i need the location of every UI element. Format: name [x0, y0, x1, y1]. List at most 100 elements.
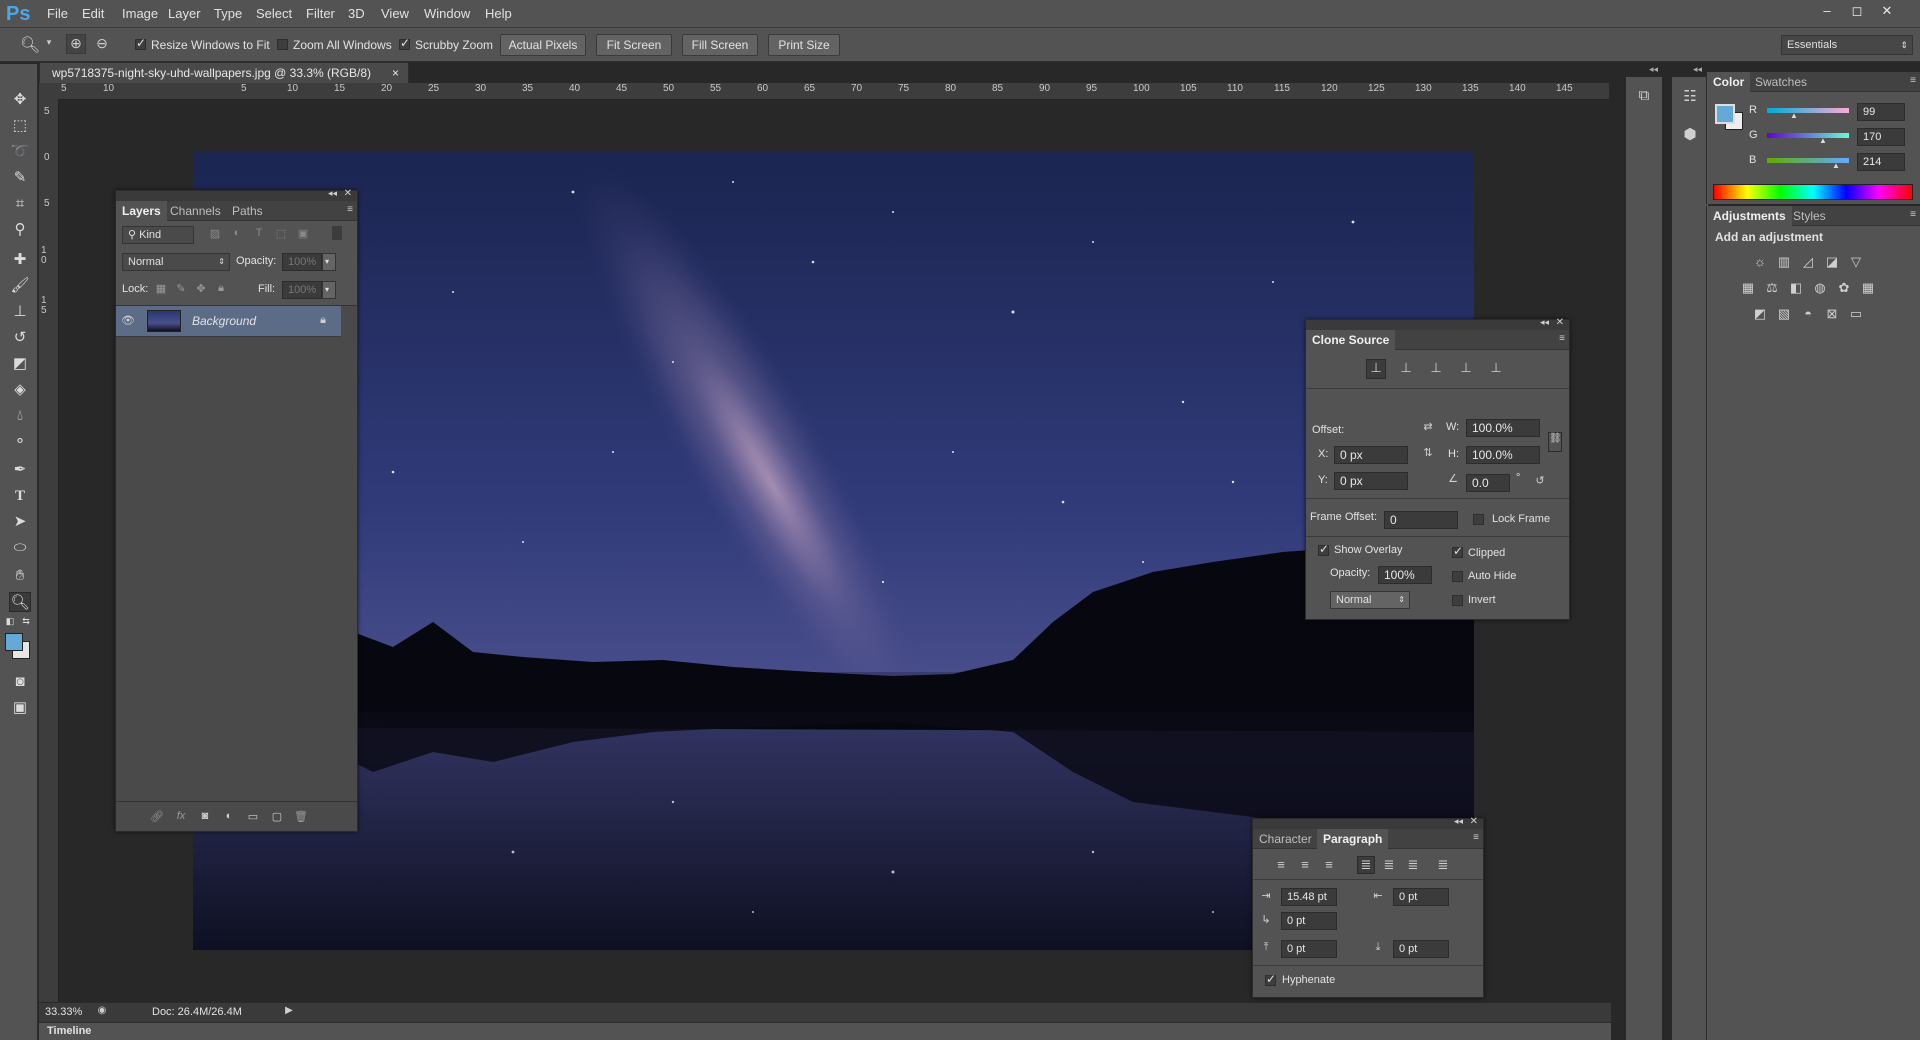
hue-saturation-icon[interactable]: ▦	[1739, 280, 1757, 296]
visibility-eye-icon[interactable]: 👁︎	[120, 314, 136, 327]
clone-source-2-icon[interactable]: ⊥	[1396, 360, 1416, 376]
layer-filter-select[interactable]: ⚲ Kind	[122, 226, 194, 244]
add-mask-icon[interactable]: ◙	[198, 810, 212, 822]
brightness-contrast-icon[interactable]: ☼	[1751, 254, 1769, 269]
menu-window[interactable]: Window	[424, 6, 470, 21]
layer-name[interactable]: Background	[192, 314, 256, 328]
y-offset-input[interactable]: 0 px	[1334, 472, 1408, 490]
show-overlay-checkbox[interactable]	[1318, 542, 1329, 556]
lock-all-icon[interactable]: 🔒︎	[214, 282, 228, 295]
indent-left-input[interactable]: 15.48 pt	[1281, 888, 1337, 906]
filter-toggle-icon[interactable]	[332, 226, 342, 240]
maintain-aspect-link-icon[interactable]: ⛓	[1548, 432, 1562, 452]
hand-tool-icon[interactable]: ✋︎	[9, 566, 31, 586]
fx-icon[interactable]: fx	[174, 810, 188, 822]
quick-mask-icon[interactable]: ◙	[9, 672, 31, 692]
3d-cube-icon[interactable]: ⬢	[1680, 125, 1700, 143]
tab-adjustments[interactable]: Adjustments	[1707, 206, 1792, 226]
healing-brush-tool-icon[interactable]: ✚	[9, 250, 31, 270]
menu-file[interactable]: File	[47, 6, 68, 21]
marquee-tool-icon[interactable]: ⬚	[9, 116, 31, 136]
path-selection-tool-icon[interactable]: ➤	[9, 512, 31, 532]
close-icon[interactable]: ✕	[344, 188, 352, 199]
actual-pixels-button[interactable]: Actual Pixels	[500, 34, 586, 56]
selective-color-icon[interactable]: ⊠	[1823, 306, 1841, 322]
lock-frame-checkbox[interactable]	[1473, 514, 1484, 525]
new-layer-icon[interactable]: ▢	[270, 810, 284, 823]
opacity-dropdown[interactable]: ▾	[322, 253, 336, 271]
menu-filter[interactable]: Filter	[306, 6, 335, 21]
tab-swatches[interactable]: Swatches	[1749, 72, 1813, 92]
tab-paths[interactable]: Paths	[226, 201, 269, 221]
fill-dropdown[interactable]: ▾	[322, 281, 336, 299]
tab-paragraph[interactable]: Paragraph	[1317, 829, 1389, 849]
lock-transparent-icon[interactable]: ▦	[154, 282, 168, 295]
minimize-button[interactable]: –	[1818, 3, 1836, 19]
clone-source-4-icon[interactable]: ⊥	[1456, 360, 1476, 376]
trash-icon[interactable]: 🗑︎	[294, 810, 308, 823]
lock-position-icon[interactable]: ✥	[194, 282, 208, 295]
collapse-icon[interactable]: ◂◂	[328, 188, 337, 199]
zoom-out-icon[interactable]: ⊖	[92, 35, 112, 52]
type-filter-icon[interactable]: T	[252, 227, 266, 239]
fill-input[interactable]: 100%	[282, 281, 322, 299]
reset-transform-icon[interactable]: ↺	[1532, 474, 1548, 487]
collapse-dock-icon[interactable]: ◂◂	[1693, 64, 1702, 75]
levels-icon[interactable]: ▥	[1775, 254, 1793, 270]
dodge-tool-icon[interactable]: ⚬	[9, 432, 31, 452]
r-slider[interactable]	[1767, 108, 1849, 113]
document-tab[interactable]: wp5718375-night-sky-uhd-wallpapers.jpg @…	[39, 62, 409, 83]
clone-source-3-icon[interactable]: ⊥	[1426, 360, 1446, 376]
color-lookup-icon[interactable]: ▦	[1859, 280, 1877, 296]
history-icon[interactable]: ⧉	[1634, 87, 1654, 104]
menu-3d[interactable]: 3D	[348, 6, 365, 21]
smart-object-filter-icon[interactable]: ▣	[296, 227, 310, 240]
photo-filter-icon[interactable]: ◍	[1811, 280, 1829, 296]
screen-mode-icon[interactable]: ▣	[9, 698, 31, 718]
fill-screen-button[interactable]: Fill Screen	[682, 34, 758, 56]
align-right-icon[interactable]: ≡	[1321, 857, 1337, 872]
pixel-filter-icon[interactable]: ▨	[208, 227, 222, 240]
blend-mode-select[interactable]: Normal ⇕	[122, 253, 230, 271]
eraser-tool-icon[interactable]: ◩	[9, 354, 31, 374]
tab-layers[interactable]: Layers	[116, 201, 167, 221]
lock-pixels-icon[interactable]: ✎	[174, 282, 188, 295]
angle-input[interactable]: 0.0	[1466, 474, 1510, 492]
workspace-select[interactable]: Essentials ⇕	[1781, 35, 1913, 55]
indent-right-input[interactable]: 0 pt	[1393, 888, 1449, 906]
menu-layer[interactable]: Layer	[168, 6, 201, 21]
g-input[interactable]: 170	[1857, 128, 1905, 146]
curves-icon[interactable]: ◿	[1799, 254, 1817, 270]
adjustment-filter-icon[interactable]: ◐	[230, 227, 244, 239]
justify-last-center-icon[interactable]: ≣	[1381, 857, 1397, 873]
collapse-icon[interactable]: ◂◂	[1540, 317, 1549, 328]
timeline-bar[interactable]: Timeline	[39, 1022, 1611, 1040]
panel-menu-icon[interactable]: ≡	[1910, 75, 1916, 86]
resize-windows-checkbox[interactable]	[135, 36, 146, 50]
vertical-ruler[interactable]: 5 0 5 10 15	[39, 100, 59, 1010]
invert-checkbox[interactable]	[1452, 595, 1463, 606]
status-info-icon[interactable]: ◉	[95, 1005, 109, 1016]
menu-select[interactable]: Select	[256, 6, 292, 21]
x-offset-input[interactable]: 0 px	[1334, 446, 1408, 464]
print-size-button[interactable]: Print Size	[768, 34, 840, 56]
collapse-icon[interactable]: ◂◂	[1454, 816, 1463, 827]
default-colors-icon[interactable]: ◧	[4, 616, 16, 626]
panel-menu-icon[interactable]: ≡	[347, 204, 353, 215]
r-input[interactable]: 99	[1857, 103, 1905, 121]
color-balance-icon[interactable]: ⚖	[1763, 280, 1781, 296]
clone-source-1-icon[interactable]: ⊥	[1366, 359, 1386, 379]
status-menu-arrow-icon[interactable]: ▶	[283, 1005, 295, 1016]
invert-icon[interactable]: ◩	[1751, 306, 1769, 322]
overlay-opacity-input[interactable]: 100%	[1378, 566, 1432, 584]
clone-source-5-icon[interactable]: ⊥	[1486, 360, 1506, 376]
type-tool-icon[interactable]: T	[9, 486, 31, 506]
scrubby-zoom-checkbox[interactable]	[399, 36, 410, 50]
zoom-all-checkbox[interactable]	[277, 39, 288, 50]
color-spectrum-bar[interactable]	[1713, 184, 1913, 200]
foreground-color-chip[interactable]	[1715, 104, 1735, 124]
zoom-tool-icon[interactable]: 🔍︎	[9, 592, 31, 612]
shape-filter-icon[interactable]: ⬚	[274, 227, 288, 240]
close-icon[interactable]: ✕	[1470, 816, 1478, 827]
clone-stamp-tool-icon[interactable]: ⊥	[9, 302, 31, 322]
